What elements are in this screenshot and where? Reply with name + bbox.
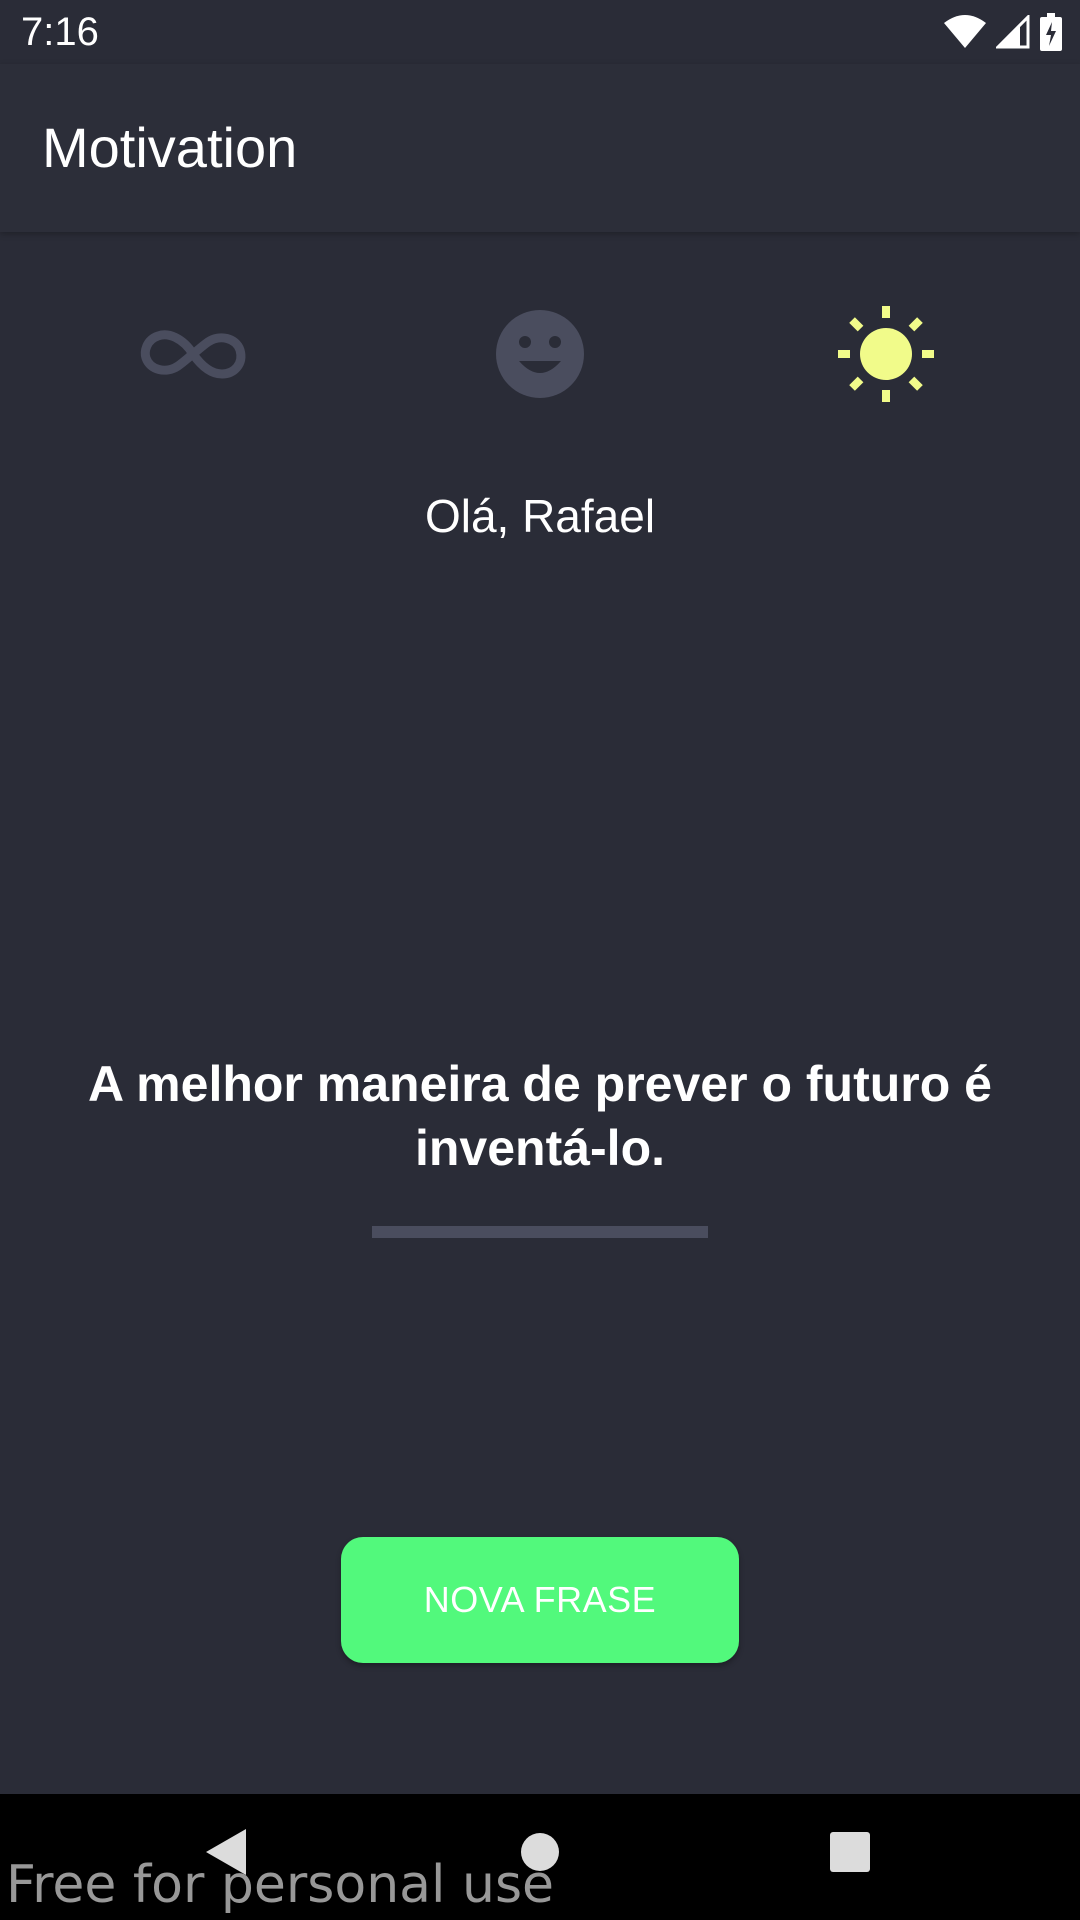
motivation-screen: 7:16 Motivation Olá, Rafael A melhor man…	[0, 0, 1080, 1920]
nav-recents-button[interactable]	[810, 1824, 890, 1884]
motivational-phrase: A melhor maneira de prever o futuro é in…	[88, 1056, 992, 1176]
new-phrase-button[interactable]: NOVA FRASE	[341, 1537, 739, 1663]
category-happy-button[interactable]	[480, 296, 600, 416]
watermark-text: Free for personal use	[6, 1855, 555, 1915]
battery-charging-icon	[1040, 13, 1062, 51]
app-title: Motivation	[42, 116, 298, 179]
recents-icon	[830, 1831, 870, 1877]
wifi-icon	[944, 15, 986, 49]
status-icons	[944, 12, 1062, 52]
phrase-divider	[372, 1226, 708, 1238]
app-bar: Motivation	[0, 64, 1080, 232]
category-row	[0, 296, 1080, 416]
status-bar: 7:16	[0, 0, 1080, 64]
category-sunny-button[interactable]	[826, 296, 946, 416]
sun-icon	[836, 304, 936, 409]
category-all-button[interactable]	[133, 296, 253, 416]
status-time: 7:16	[21, 10, 99, 54]
greeting-text: Olá, Rafael	[424, 490, 656, 542]
happy-face-icon	[495, 309, 585, 404]
infinity-icon	[138, 324, 248, 389]
cell-signal-icon	[996, 15, 1030, 49]
